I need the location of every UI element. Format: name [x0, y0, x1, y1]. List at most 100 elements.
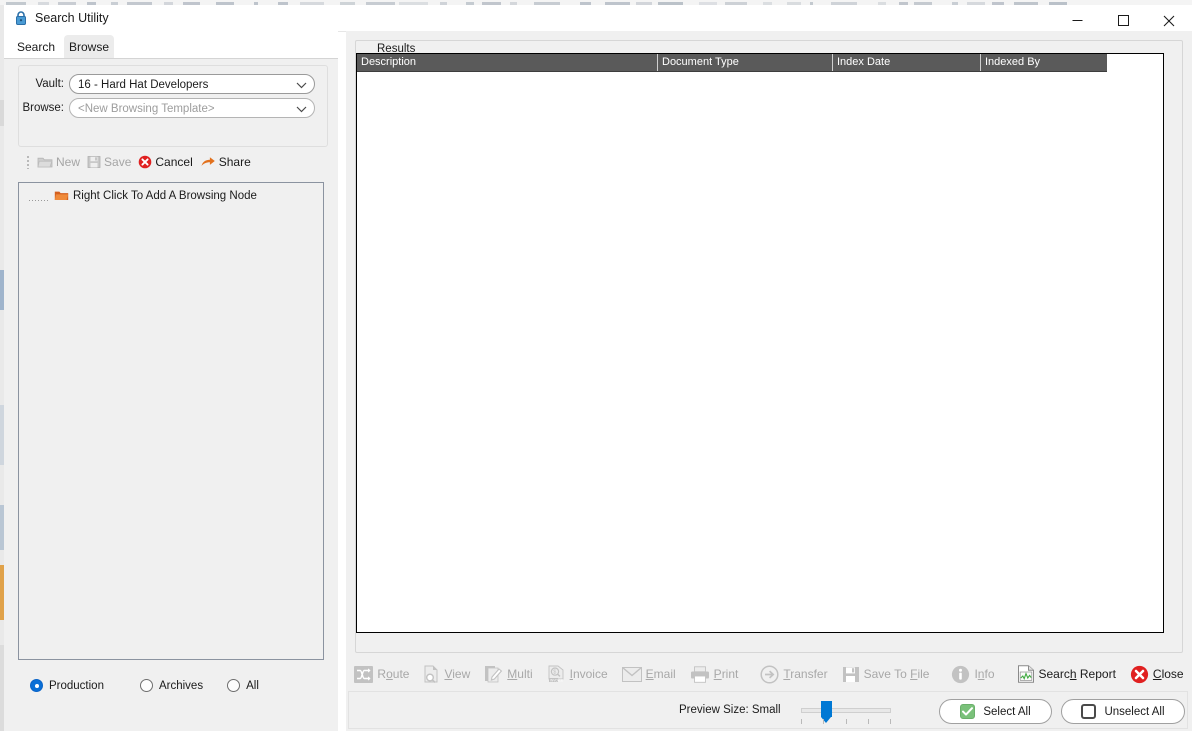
- close-label: Close: [1153, 667, 1184, 681]
- floppy-disk-icon: [87, 155, 101, 169]
- preview-size-label: Preview Size: Small: [679, 704, 781, 716]
- radio-all-label: All: [246, 680, 259, 692]
- info-button[interactable]: Info: [944, 663, 1001, 686]
- save-template-button[interactable]: Save: [85, 154, 136, 170]
- radio-archives[interactable]: Archives: [140, 679, 203, 692]
- search-utility-window: Search Utility Search Browse Vault: 16 -…: [0, 0, 1192, 731]
- share-template-label: Share: [219, 155, 251, 169]
- floppy-disk-icon: [842, 666, 860, 683]
- close-button[interactable]: Close: [1123, 663, 1191, 686]
- red-x-circle-icon: [1130, 665, 1149, 684]
- radio-all-dot: [227, 679, 240, 692]
- slider-tick: [890, 719, 891, 724]
- email-button[interactable]: Email: [615, 665, 683, 684]
- slider-tick: [801, 719, 802, 724]
- cancel-template-button[interactable]: Cancel: [136, 154, 197, 170]
- column-header-document-type[interactable]: Document Type: [657, 54, 832, 71]
- open-folder-icon: [37, 155, 53, 169]
- tab-browse-label: Browse: [69, 40, 109, 54]
- chevron-down-icon: [296, 75, 307, 94]
- results-grid[interactable]: Description Document Type Index Date Indexe…: [356, 53, 1164, 633]
- transfer-label: Transfer: [783, 667, 827, 681]
- browsing-tree[interactable]: Right Click To Add A Browsing Node: [18, 182, 324, 660]
- left-panel: Search Browse Vault: 16 - Hard Hat Devel…: [4, 31, 338, 731]
- tab-browse[interactable]: Browse: [64, 35, 114, 58]
- print-label: Print: [714, 667, 739, 681]
- new-template-button[interactable]: New: [35, 154, 85, 170]
- toolbar-grip[interactable]: [26, 155, 30, 169]
- share-template-button[interactable]: Share: [198, 154, 256, 170]
- select-all-button[interactable]: Select All: [939, 699, 1052, 724]
- invoice-button[interactable]: $ INVOICE Invoice: [540, 663, 615, 685]
- info-label: Info: [974, 667, 994, 681]
- tree-node-add-browsing-node[interactable]: Right Click To Add A Browsing Node: [29, 189, 257, 202]
- radio-all[interactable]: All: [227, 679, 259, 692]
- slider-thumb[interactable]: [821, 701, 832, 717]
- chevron-down-icon: [296, 99, 307, 118]
- invoice-dollar-icon: $ INVOICE: [547, 665, 566, 683]
- unselect-all-label: Unselect All: [1104, 706, 1164, 718]
- results-grid-header: Description Document Type Index Date Indexe…: [357, 54, 1107, 72]
- preview-options-bar: Preview Size: Small Select All Unselect …: [348, 691, 1188, 729]
- arrow-circle-right-icon: [760, 665, 779, 684]
- transfer-button[interactable]: Transfer: [753, 663, 834, 686]
- printer-icon: [690, 666, 710, 683]
- vault-combobox[interactable]: 16 - Hard Hat Developers: [69, 74, 315, 94]
- multi-button[interactable]: Multi: [477, 663, 539, 685]
- orange-curved-arrow-icon: [200, 155, 216, 169]
- title-bar: Search Utility: [4, 5, 1192, 32]
- column-header-indexed-by[interactable]: Indexed By: [980, 54, 1107, 71]
- radio-archives-dot: [140, 679, 153, 692]
- right-panel: Results Description Document Type Index Da…: [346, 31, 1192, 731]
- invoice-label: Invoice: [570, 667, 608, 681]
- search-report-label: Search Report: [1039, 667, 1116, 681]
- browse-settings-group: Vault: 16 - Hard Hat Developers Browse: …: [18, 65, 328, 147]
- slider-ticks: [801, 719, 891, 724]
- document-magnifier-icon: [423, 665, 440, 683]
- tab-search[interactable]: Search: [12, 35, 60, 58]
- svg-text:INVOICE: INVOICE: [550, 678, 563, 682]
- browse-template-combobox[interactable]: <New Browsing Template>: [69, 98, 315, 118]
- radio-archives-label: Archives: [159, 680, 203, 692]
- column-header-description[interactable]: Description: [357, 54, 657, 71]
- unchecked-checkbox-icon: [1081, 704, 1096, 719]
- slider-tick: [868, 719, 869, 724]
- new-template-label: New: [56, 155, 80, 169]
- slider-tick: [846, 719, 847, 724]
- route-button[interactable]: Route: [347, 664, 416, 685]
- print-button[interactable]: Print: [683, 664, 746, 685]
- vault-label: Vault:: [16, 78, 64, 90]
- tree-connector: [29, 200, 49, 201]
- scope-radio-group: Production Archives All: [30, 679, 259, 692]
- save-template-label: Save: [104, 155, 131, 169]
- checked-checkbox-icon: [960, 704, 975, 719]
- preview-size-slider[interactable]: [801, 700, 891, 724]
- email-label: Email: [646, 667, 676, 681]
- shuffle-icon: [354, 666, 373, 683]
- save-to-file-label: Save To File: [864, 667, 930, 681]
- window-title: Search Utility: [35, 9, 109, 27]
- envelope-icon: [622, 667, 642, 682]
- tree-node-label: Right Click To Add A Browsing Node: [73, 190, 257, 202]
- browse-template-toolbar: New Save Cancel Share: [26, 152, 256, 172]
- cancel-template-label: Cancel: [155, 155, 192, 169]
- document-action-toolbar: Route View Multi $ INVOICE Invoice Email Print T…: [356, 659, 1182, 689]
- column-header-index-date[interactable]: Index Date: [832, 54, 980, 71]
- search-report-button[interactable]: Search Report: [1010, 663, 1123, 685]
- view-button[interactable]: View: [416, 663, 477, 685]
- slider-track: [801, 708, 891, 713]
- save-to-file-button[interactable]: Save To File: [835, 664, 937, 685]
- open-folder-icon: [54, 189, 69, 202]
- report-chart-icon: [1017, 665, 1035, 683]
- svg-text:$: $: [553, 669, 556, 675]
- unselect-all-button[interactable]: Unselect All: [1061, 699, 1185, 724]
- radio-production-dot: [30, 679, 43, 692]
- radio-production-label: Production: [49, 680, 104, 692]
- tab-search-label: Search: [17, 40, 55, 54]
- radio-production[interactable]: Production: [30, 679, 104, 692]
- lock-icon: [13, 10, 29, 26]
- multi-document-pen-icon: [484, 665, 503, 683]
- route-label: Route: [377, 667, 409, 681]
- browse-template-value: <New Browsing Template>: [78, 103, 215, 115]
- vault-value: 16 - Hard Hat Developers: [78, 79, 208, 91]
